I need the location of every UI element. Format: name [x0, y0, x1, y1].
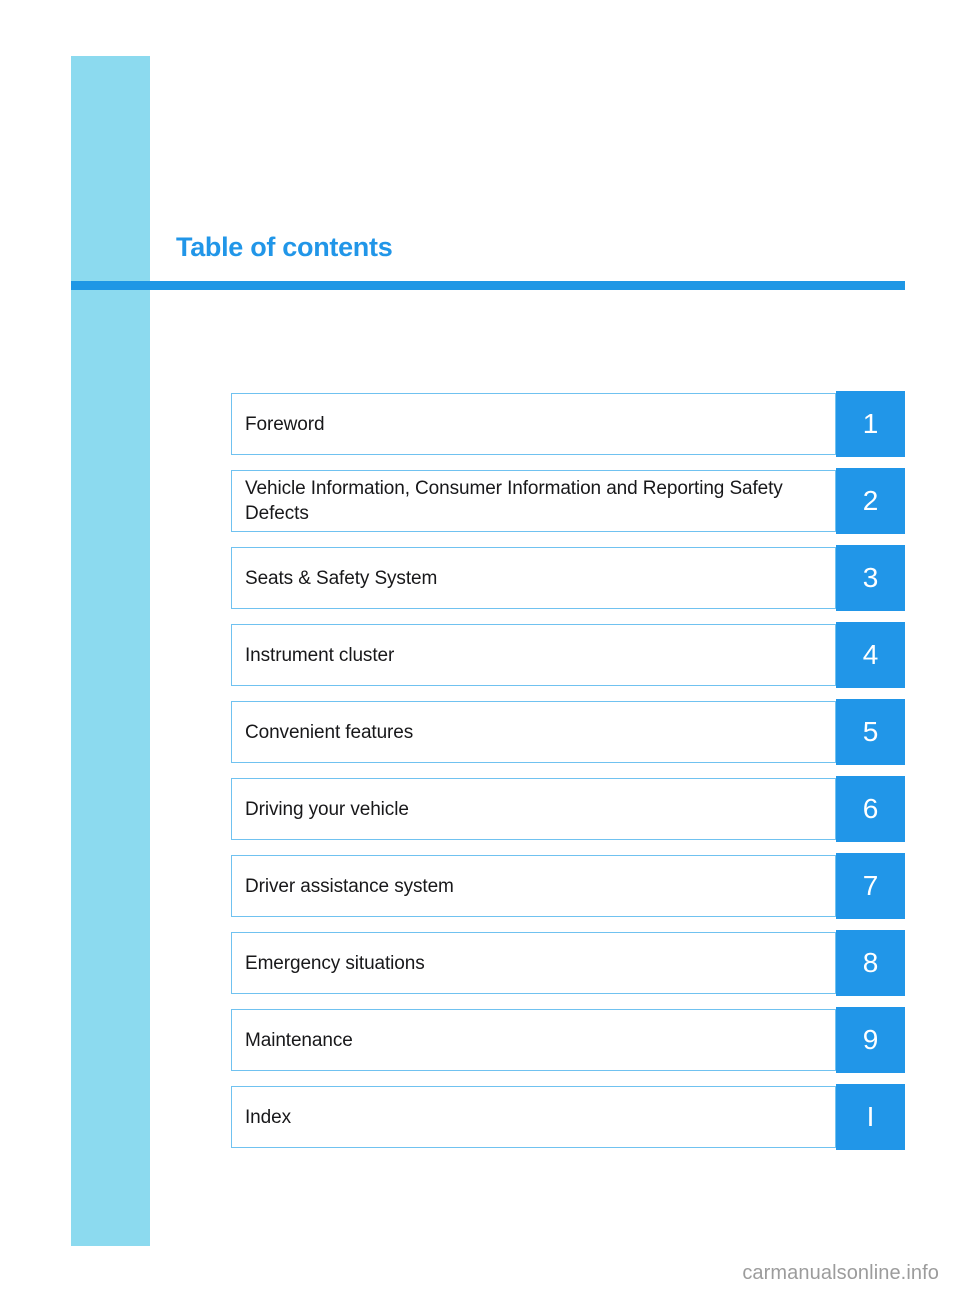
toc-row[interactable]: Emergency situations 8 [231, 930, 905, 996]
toc-entry-chapter-tab[interactable]: 4 [836, 622, 905, 688]
toc-entry-label: Driver assistance system [245, 875, 454, 897]
toc-entry-label: Convenient features [245, 721, 414, 743]
toc-entry-label: Seats & Safety System [245, 567, 438, 589]
toc-entry-label-box[interactable]: Index [231, 1086, 836, 1148]
toc-row[interactable]: Convenient features 5 [231, 699, 905, 765]
toc-row[interactable]: Index I [231, 1084, 905, 1150]
toc-entry-chapter-tab[interactable]: 9 [836, 1007, 905, 1073]
toc-entry-label-box[interactable]: Seats & Safety System [231, 547, 836, 609]
toc-entry-label-box[interactable]: Driver assistance system [231, 855, 836, 917]
decorative-side-band [71, 56, 150, 1246]
toc-entry-label-box[interactable]: Instrument cluster [231, 624, 836, 686]
toc-entry-label-box[interactable]: Driving your vehicle [231, 778, 836, 840]
toc-entry-chapter-tab[interactable]: 3 [836, 545, 905, 611]
toc-entry-chapter-tab[interactable]: 8 [836, 930, 905, 996]
page-title: Table of contents [176, 232, 393, 262]
toc-row[interactable]: Foreword 1 [231, 391, 905, 457]
toc-entry-label: Emergency situations [245, 952, 425, 974]
toc-row[interactable]: Driver assistance system 7 [231, 853, 905, 919]
toc-row[interactable]: Instrument cluster 4 [231, 622, 905, 688]
toc-entry-label: Index [245, 1106, 291, 1128]
toc-entry-label-box[interactable]: Vehicle Information, Consumer Informatio… [231, 470, 836, 532]
toc-entry-chapter-tab[interactable]: 6 [836, 776, 905, 842]
toc-entry-label: Driving your vehicle [245, 798, 409, 820]
toc-entry-label-box[interactable]: Emergency situations [231, 932, 836, 994]
toc-entry-chapter-tab[interactable]: 1 [836, 391, 905, 457]
toc-entry-label: Foreword [245, 413, 325, 435]
toc-entry-label: Maintenance [245, 1029, 353, 1051]
toc-entry-label-box[interactable]: Foreword [231, 393, 836, 455]
toc-entry-chapter-tab[interactable]: 5 [836, 699, 905, 765]
toc-entry-label-box[interactable]: Maintenance [231, 1009, 836, 1071]
table-of-contents-list: Foreword 1 Vehicle Information, Consumer I… [231, 391, 905, 1150]
toc-entry-label: Instrument cluster [245, 644, 395, 666]
site-watermark: carmanualsonline.info [742, 1262, 939, 1284]
toc-row[interactable]: Seats & Safety System 3 [231, 545, 905, 611]
toc-row[interactable]: Maintenance 9 [231, 1007, 905, 1073]
toc-entry-chapter-tab[interactable]: 7 [836, 853, 905, 919]
title-underline-rule [71, 281, 905, 290]
toc-entry-chapter-tab[interactable]: I [836, 1084, 905, 1150]
toc-row[interactable]: Driving your vehicle 6 [231, 776, 905, 842]
toc-entry-label: Vehicle Information, Consumer Informatio… [245, 478, 783, 524]
toc-entry-chapter-tab[interactable]: 2 [836, 468, 905, 534]
toc-row[interactable]: Vehicle Information, Consumer Informatio… [231, 468, 905, 534]
toc-entry-label-box[interactable]: Convenient features [231, 701, 836, 763]
